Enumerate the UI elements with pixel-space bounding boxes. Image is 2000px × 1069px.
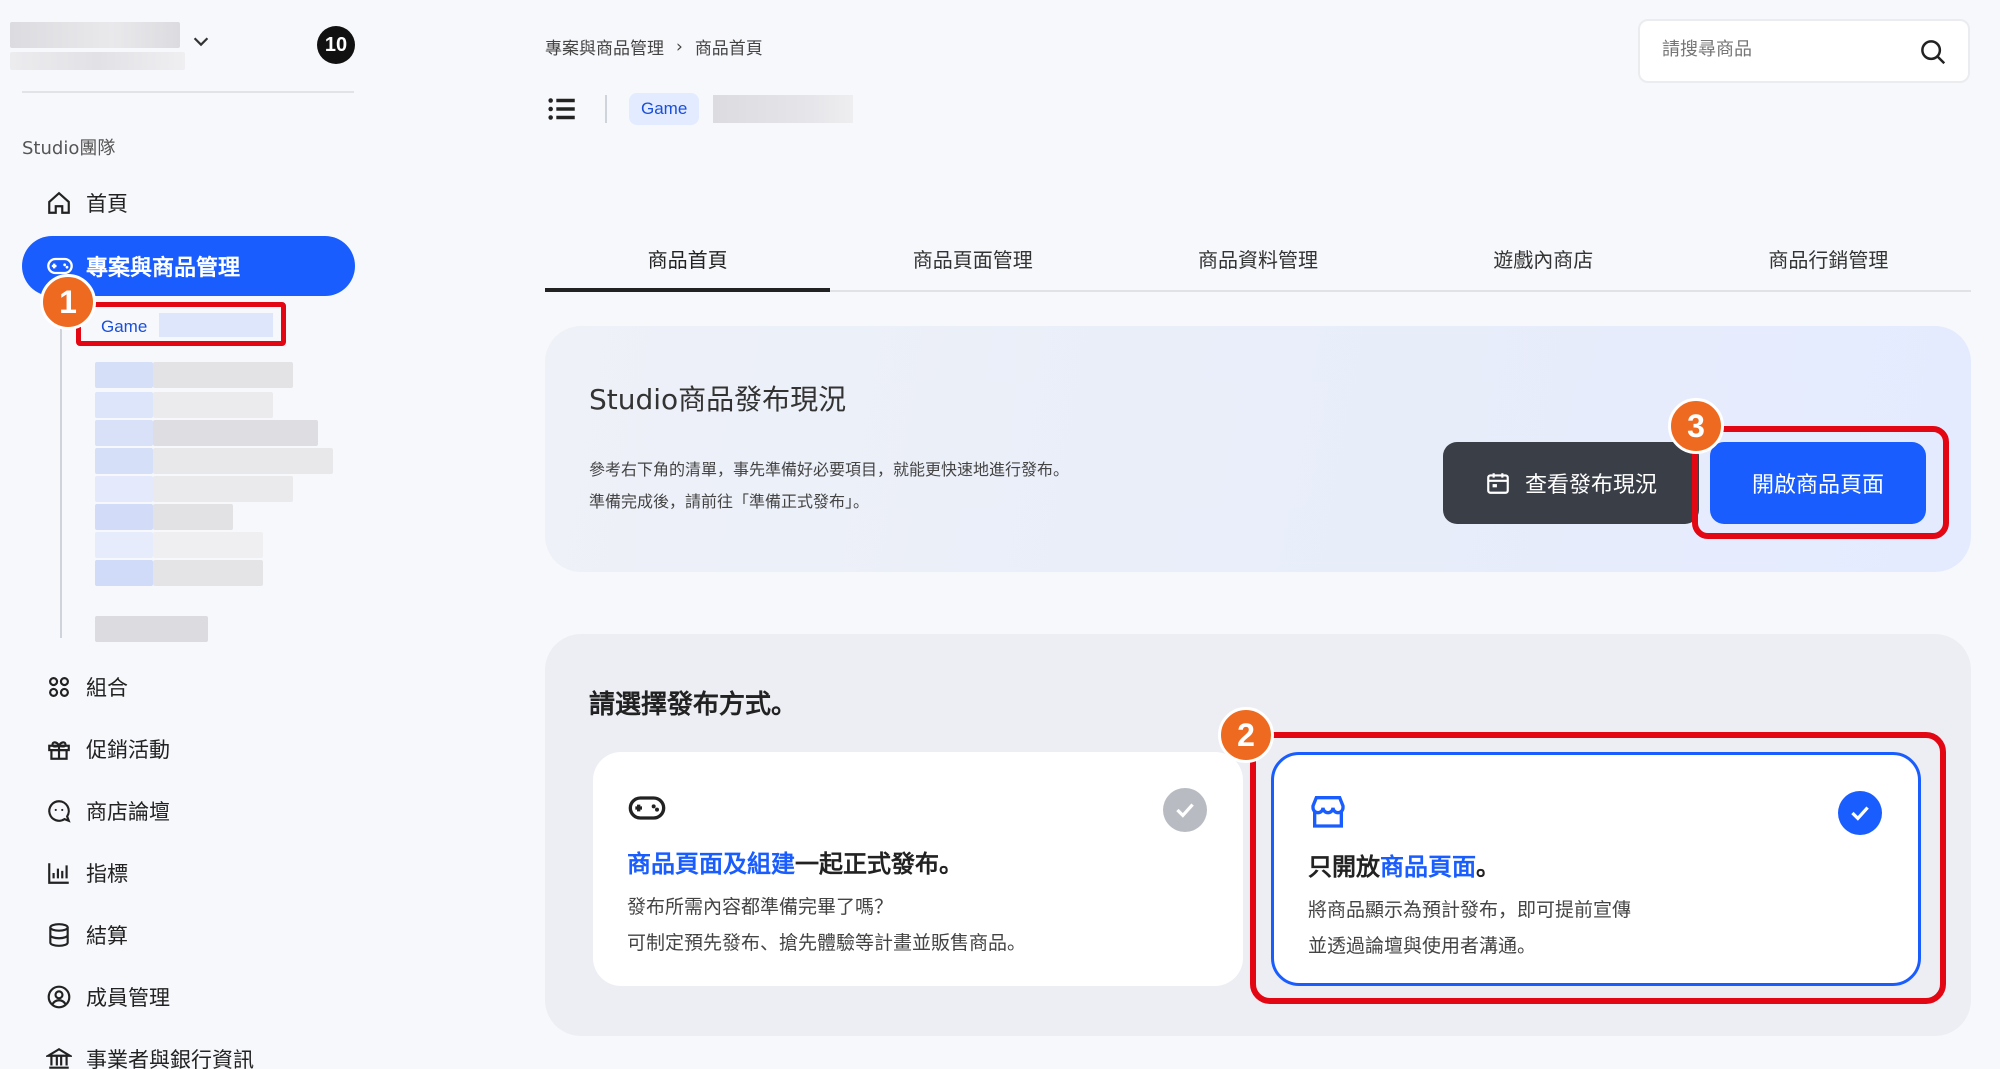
sidebar-item-label: 專案與商品管理 xyxy=(86,256,241,281)
sidebar-item-label: 促銷活動 xyxy=(86,738,170,762)
subitem-blur xyxy=(153,560,263,586)
sidebar-item-forum[interactable]: 商店論壇 xyxy=(46,794,170,828)
account-name-blurred xyxy=(10,22,180,48)
sidebar-item-label: 組合 xyxy=(86,676,128,700)
button-label: 查看發布現況 xyxy=(1524,473,1657,498)
game-name-blurred xyxy=(159,313,273,337)
account-sub-blurred xyxy=(10,52,185,70)
grid-circles-icon xyxy=(49,677,69,697)
sidebar-item-settlement[interactable]: 結算 xyxy=(46,918,128,952)
subitem-blur xyxy=(95,532,153,558)
gift-icon xyxy=(48,741,70,760)
highlight-box-2 xyxy=(1250,732,1946,1004)
database-icon xyxy=(49,923,69,947)
option-desc-line1: 發布所需內容都準備完畢了嗎？ xyxy=(627,896,894,918)
sidebar-item-label: 首頁 xyxy=(86,192,128,216)
search-icon[interactable] xyxy=(1918,37,1948,67)
step-badge-1: 1 xyxy=(40,274,96,330)
tab-product-data[interactable]: 商品資料管理 xyxy=(1115,232,1400,290)
game-title-blurred xyxy=(713,95,854,123)
subitem-blur xyxy=(95,504,153,530)
subitem-blur xyxy=(95,476,153,502)
tab-product-home[interactable]: 商品首頁 xyxy=(545,232,831,292)
notification-badge[interactable]: 10 xyxy=(317,26,355,64)
breadcrumb-current: 商品首頁 xyxy=(694,39,763,59)
view-status-button[interactable]: 查看發布現況 xyxy=(1443,442,1699,524)
sidebar-item-label: 結算 xyxy=(86,924,128,948)
subitem-blur xyxy=(153,532,263,558)
subitem-blur xyxy=(153,392,273,418)
subitem-blur xyxy=(153,448,333,474)
list-icon[interactable] xyxy=(545,92,579,126)
tab-in-game-store[interactable]: 遊戲內商店 xyxy=(1401,232,1686,290)
sidebar-item-bundles[interactable]: 組合 xyxy=(46,670,128,704)
sidebar-item-label: 事業者與銀行資訊 xyxy=(86,1048,254,1069)
divider xyxy=(22,91,354,93)
sidebar-item-business-bank[interactable]: 事業者與銀行資訊 xyxy=(46,1042,254,1069)
search-input[interactable] xyxy=(1662,39,1912,60)
option-desc-line2: 可制定預先發布、搶先體驗等計畫並販售商品。 xyxy=(627,932,1027,954)
chat-smile-icon xyxy=(48,800,71,823)
check-icon xyxy=(1163,788,1207,832)
calendar-icon xyxy=(1487,473,1509,494)
sidebar-item-metrics[interactable]: 指標 xyxy=(46,856,128,890)
tab-marketing[interactable]: 商品行銷管理 xyxy=(1686,232,1971,290)
panel-title: 請選擇發布方式。 xyxy=(589,690,798,720)
subitem-blur xyxy=(95,560,153,586)
sidebar-item-members[interactable]: 成員管理 xyxy=(46,980,170,1014)
subitem-blur xyxy=(153,504,233,530)
search-box[interactable] xyxy=(1638,19,1970,83)
option-title-rest: 一起正式發布。 xyxy=(795,850,963,878)
tab-bar: 商品首頁 商品頁面管理 商品資料管理 遊戲內商店 商品行銷管理 xyxy=(545,232,1971,292)
home-icon xyxy=(48,191,70,214)
sidebar-item-label: 指標 xyxy=(86,862,128,886)
subitem-blur xyxy=(95,362,153,388)
sidebar: 10 Studio團隊 首頁 專案與商品管理 Game 組合 促銷活動 商店論壇… xyxy=(0,0,370,1069)
sidebar-item-promotions[interactable]: 促銷活動 xyxy=(46,732,170,766)
tree-line xyxy=(60,298,62,638)
gamepad-icon xyxy=(628,796,666,820)
sidebar-item-label: 商店論壇 xyxy=(86,800,170,824)
tab-product-page[interactable]: 商品頁面管理 xyxy=(830,232,1115,290)
subitem-blur xyxy=(95,448,153,474)
subitem-blur xyxy=(153,420,318,446)
game-label: Game xyxy=(101,317,148,336)
game-chip: Game xyxy=(629,93,700,125)
breadcrumb: 專案與商品管理 › 商品首頁 xyxy=(545,34,763,60)
highlight-box-3 xyxy=(1692,426,1949,539)
sidebar-item-home[interactable]: 首頁 xyxy=(46,186,128,220)
account-switcher[interactable] xyxy=(10,20,185,70)
option-title-highlight: 商品頁面及組建 xyxy=(627,850,795,878)
panel-desc-line1: 參考右下角的清單，事先準備好必要項目，就能更快速地進行發布。 xyxy=(589,460,1070,479)
sidebar-subitem-game[interactable]: Game xyxy=(76,302,286,346)
divider xyxy=(605,95,607,123)
step-badge-3: 3 xyxy=(1668,398,1724,454)
chevron-down-icon[interactable] xyxy=(190,30,212,52)
bank-icon xyxy=(46,1047,72,1069)
subitem-blur xyxy=(95,616,208,642)
team-label: Studio團隊 xyxy=(22,138,116,159)
option-full-release[interactable]: 商品頁面及組建一起正式發布。 發布所需內容都準備完畢了嗎？ 可制定預先發布、搶先… xyxy=(593,752,1243,986)
subitem-blur xyxy=(153,476,293,502)
step-badge-2: 2 xyxy=(1218,707,1274,763)
panel-desc-line2: 準備完成後，請前往「準備正式發布」。 xyxy=(589,492,870,511)
sidebar-item-label: 成員管理 xyxy=(86,986,170,1010)
option-title: 商品頁面及組建一起正式發布。 xyxy=(627,844,963,879)
breadcrumb-separator: › xyxy=(676,36,683,57)
subitem-blur xyxy=(153,362,293,388)
subitem-blur xyxy=(95,392,153,418)
user-circle-icon xyxy=(47,985,71,1009)
page-header: Game xyxy=(545,92,854,126)
panel-title: Studio商品發布現況 xyxy=(589,383,847,416)
bar-chart-icon xyxy=(48,863,69,884)
breadcrumb-parent[interactable]: 專案與商品管理 xyxy=(545,34,664,59)
subitem-blur xyxy=(95,420,153,446)
